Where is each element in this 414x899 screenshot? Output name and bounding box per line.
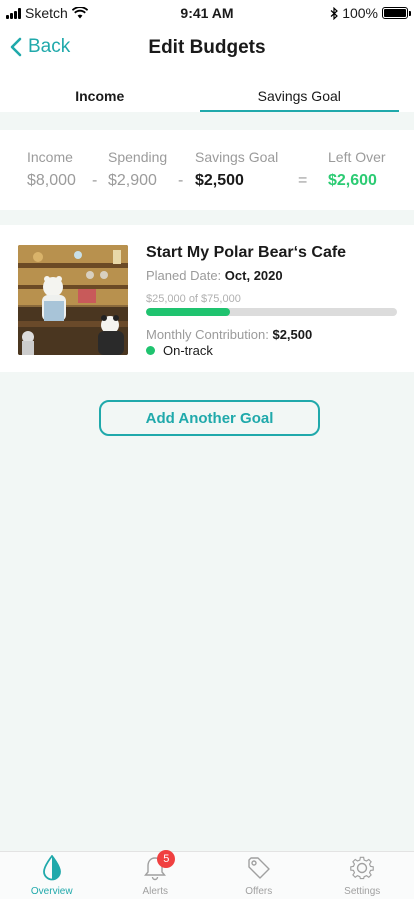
tab-offers[interactable]: Offers bbox=[207, 852, 311, 899]
tab-savings-goal[interactable]: Savings Goal bbox=[199, 72, 399, 112]
tab-bar-top: Income Savings Goal bbox=[0, 72, 414, 112]
alerts-badge: 5 bbox=[157, 850, 176, 868]
tab-settings-label: Settings bbox=[344, 886, 381, 897]
page-title: Edit Budgets bbox=[148, 37, 266, 58]
spending-value: $2,900 bbox=[108, 172, 157, 189]
goal-contribution: Monthly Contribution: $2,500 bbox=[146, 327, 312, 342]
income-label: Income bbox=[27, 149, 73, 165]
savings-label: Savings Goal bbox=[195, 149, 279, 165]
bluetooth-icon bbox=[330, 6, 339, 20]
goal-date-label: Planed Date: bbox=[146, 268, 222, 283]
tab-overview[interactable]: Overview bbox=[0, 852, 104, 899]
battery-percent: 100% bbox=[342, 5, 378, 21]
tab-income[interactable]: Income bbox=[0, 72, 200, 112]
goal-amount: $25,000 of $75,000 bbox=[146, 293, 241, 305]
goal-date: Planed Date: Oct, 2020 bbox=[146, 268, 283, 283]
polar-bear-cafe-image bbox=[18, 245, 128, 355]
leftover-value: $2,600 bbox=[328, 172, 377, 189]
tab-offers-label: Offers bbox=[245, 886, 273, 897]
bell-icon: 5 bbox=[143, 850, 176, 882]
header-area: Sketch 9:41 AM 100% Back Edit Budgets In… bbox=[0, 0, 414, 112]
nav-bar: Back Edit Budgets bbox=[0, 26, 414, 72]
goal-status-label: On-track bbox=[163, 343, 213, 358]
summary-savings: Savings Goal $2,500 bbox=[195, 149, 278, 190]
leftover-label: Left Over bbox=[328, 149, 386, 165]
status-bar: Sketch 9:41 AM 100% bbox=[0, 0, 414, 26]
goal-title: Start My Polar Bear‘s Cafe bbox=[146, 244, 347, 261]
minus-sign: - bbox=[92, 172, 98, 189]
summary-income: Income $8,000 bbox=[27, 149, 76, 190]
bottom-tab-bar: Overview 5 Alerts Offers Settings bbox=[0, 850, 414, 899]
savings-value: $2,500 bbox=[195, 172, 244, 189]
status-right: 100% bbox=[330, 5, 411, 21]
minus-sign: - bbox=[178, 172, 184, 189]
tab-settings[interactable]: Settings bbox=[311, 852, 414, 899]
tab-overview-label: Overview bbox=[30, 886, 73, 897]
contribution-value: $2,500 bbox=[272, 327, 313, 342]
goal-card[interactable]: Start My Polar Bear‘s Cafe Planed Date: … bbox=[0, 225, 414, 372]
tag-icon bbox=[246, 854, 272, 882]
contribution-label: Monthly Contribution: bbox=[146, 327, 269, 342]
goal-date-value: Oct, 2020 bbox=[224, 268, 283, 283]
tab-alerts-label: Alerts bbox=[142, 886, 169, 897]
spending-label: Spending bbox=[108, 149, 168, 165]
summary-leftover: Left Over $2,600 bbox=[328, 149, 386, 190]
income-value: $8,000 bbox=[27, 172, 76, 189]
add-goal-button[interactable]: Add Another Goal bbox=[99, 400, 320, 436]
battery-icon bbox=[382, 7, 411, 19]
drop-icon bbox=[42, 854, 62, 882]
goal-progress-bar bbox=[146, 308, 397, 316]
goal-status: On-track bbox=[146, 343, 213, 358]
status-dot-icon bbox=[146, 346, 155, 355]
tab-alerts[interactable]: 5 Alerts bbox=[104, 850, 208, 899]
summary-spending: Spending $2,900 bbox=[108, 149, 167, 190]
equals-sign: = bbox=[298, 172, 308, 189]
budget-summary: Income $8,000 - Spending $2,900 - Saving… bbox=[0, 130, 414, 210]
gear-icon bbox=[348, 854, 376, 882]
goal-progress-fill bbox=[146, 308, 230, 316]
